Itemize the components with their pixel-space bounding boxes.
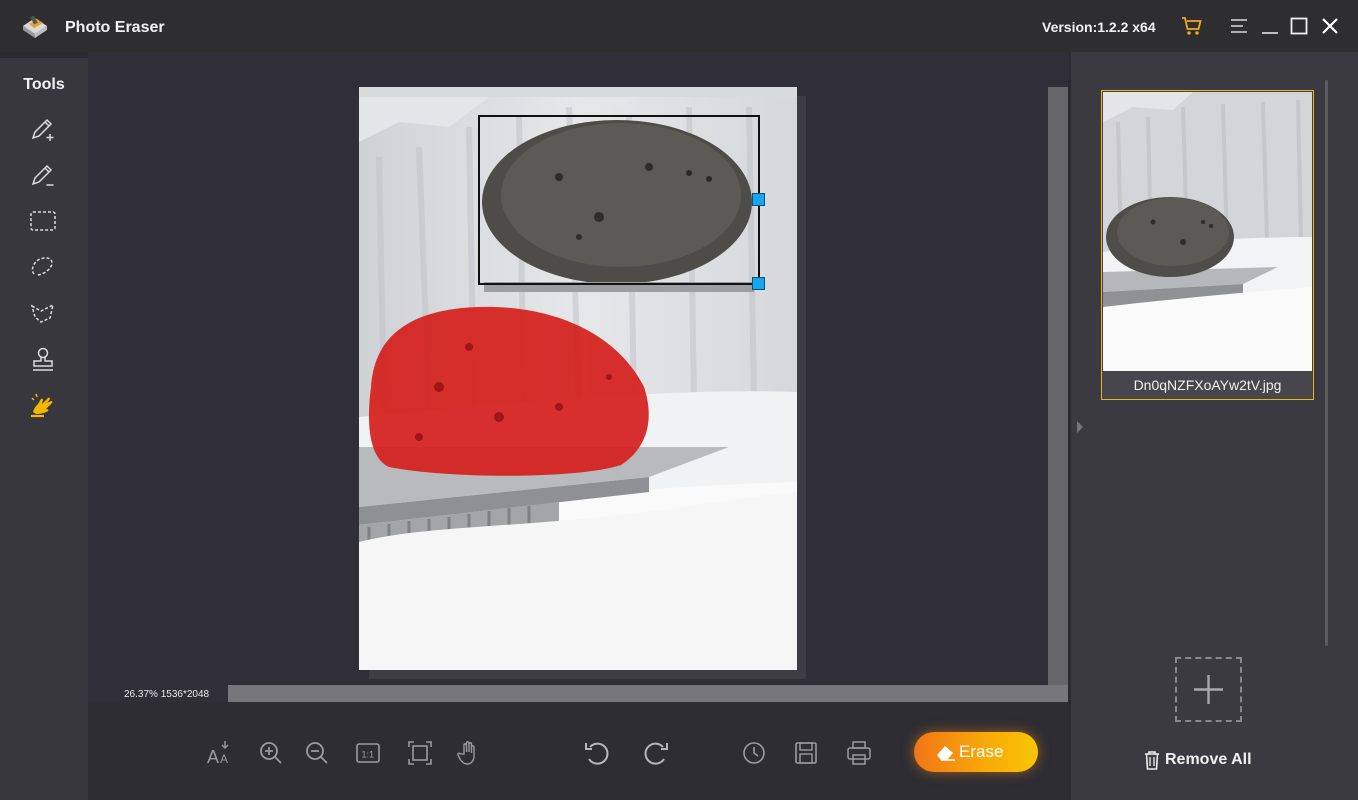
hand-brush-icon [31,393,53,418]
thumbnail-image [1103,92,1312,371]
bottom-toolbar: A A 1:1 Erase [88,702,1068,800]
tool-polygon-lasso[interactable] [28,298,58,328]
print-icon [847,741,871,765]
title-bar: Photo Eraser Version:1.2.2 x64 [0,0,1358,52]
erase-button[interactable]: Erase [914,732,1038,772]
selection-rectangle[interactable] [478,115,760,285]
thumbnail-filename: Dn0qNZFXoAYw2tV.jpg [1103,372,1312,399]
svg-text:A: A [220,752,228,766]
pencil-minus-icon [31,164,54,186]
print-button[interactable] [844,738,874,768]
vertical-scrollbar[interactable] [1048,87,1068,685]
trash-icon [1145,751,1159,770]
polygon-lasso-icon [30,303,55,323]
tool-brush-add[interactable] [28,114,58,144]
horizontal-scrollbar[interactable] [228,685,1068,702]
zoom-out-button[interactable] [302,738,332,768]
tool-lasso[interactable] [28,252,58,282]
redo-button[interactable] [641,738,671,768]
save-icon [795,742,817,764]
save-button[interactable] [791,738,821,768]
actual-size-button[interactable]: 1:1 [353,738,383,768]
auto-text-button[interactable]: A A [204,738,234,768]
erase-label: Erase [959,742,1004,761]
fit-screen-icon [408,741,432,765]
version-label: Version:1.2.2 x64 [1042,19,1156,35]
hand-pan-icon [457,741,475,765]
tool-brush-remove[interactable] [28,160,58,190]
svg-text:A: A [207,747,219,767]
app-logo-icon [20,14,50,40]
undo-icon [585,742,609,765]
tools-label: Tools [23,76,65,93]
canvas-area[interactable] [88,52,1068,702]
hand-pan-button[interactable] [454,738,484,768]
maximize-icon[interactable] [1287,14,1311,38]
zoom-info: 26.37% 1536*2048 [124,689,210,700]
app-title: Photo Eraser [65,19,165,36]
collapse-panel-icon[interactable] [1076,420,1084,434]
add-file-button[interactable] [1175,657,1242,722]
file-thumbnail[interactable]: Dn0qNZFXoAYw2tV.jpg [1101,90,1314,400]
undo-button[interactable] [582,738,612,768]
lasso-icon [31,257,53,276]
file-list-scrollbar[interactable] [1325,80,1328,646]
minimize-icon[interactable] [1258,14,1282,38]
cart-icon[interactable] [1180,14,1204,38]
zoom-in-button[interactable] [256,738,286,768]
actual-size-icon: 1:1 [356,743,380,763]
fit-screen-button[interactable] [405,738,435,768]
auto-text-icon: A A [207,741,229,767]
history-icon [743,742,765,764]
close-icon[interactable] [1318,14,1342,38]
rect-select-icon [30,211,56,231]
selection-handle-right[interactable] [752,193,765,206]
tools-panel: Tools [0,58,88,800]
zoom-in-icon [260,742,282,764]
photo-canvas[interactable] [359,87,797,670]
eraser-icon [937,746,955,761]
selection-handle-bottom-right[interactable] [752,277,765,290]
svg-text:1:1: 1:1 [362,750,375,760]
tool-rectangle-select[interactable] [28,206,58,236]
stamp-icon [33,347,53,371]
history-button[interactable] [739,738,769,768]
pencil-plus-icon [31,118,54,141]
zoom-out-icon [306,742,328,764]
menu-icon[interactable] [1227,14,1251,38]
remove-all-label: Remove All [1165,751,1252,768]
redo-icon [644,742,668,765]
tool-clone-stamp[interactable] [28,344,58,374]
tool-hand-paint[interactable] [28,390,58,420]
plus-icon [1194,675,1223,704]
